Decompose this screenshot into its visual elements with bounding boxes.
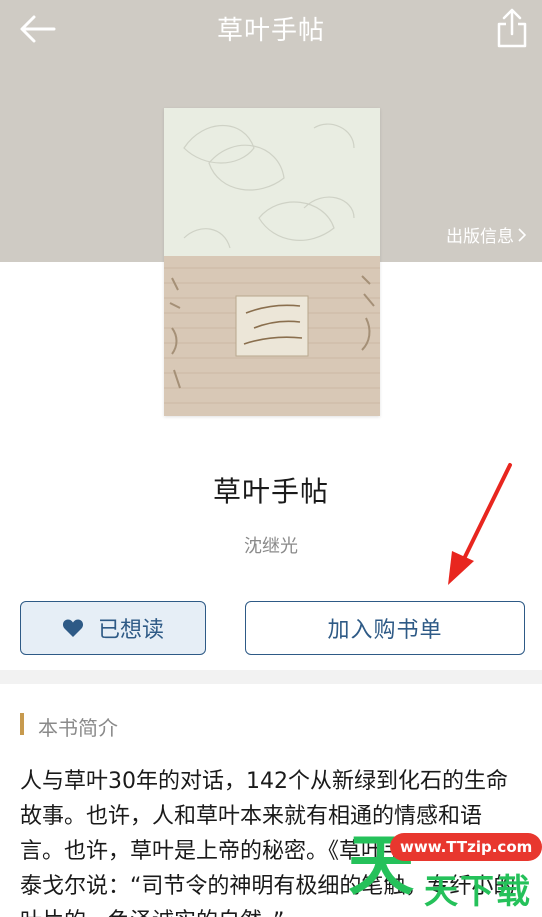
share-icon xyxy=(497,8,527,48)
want-to-read-button[interactable]: 已想读 xyxy=(20,601,206,655)
intro-text: 人与草叶30年的对话，142个从新绿到化石的生命故事。也许，人和草叶本来就有相通… xyxy=(20,769,516,917)
want-to-read-label: 已想读 xyxy=(97,618,164,643)
section-accent-bar xyxy=(20,713,24,735)
add-to-book-list-label: 加入购书单 xyxy=(327,618,443,643)
page-title: 草叶手帖 xyxy=(216,16,325,46)
book-cover-image xyxy=(164,108,380,416)
publication-info-label: 出版信息 xyxy=(446,227,514,247)
intro-section-title: 本书简介 xyxy=(38,716,118,740)
section-divider xyxy=(0,670,542,684)
publication-info-link[interactable]: 出版信息 xyxy=(446,222,526,247)
share-button[interactable] xyxy=(494,6,530,50)
book-title: 草叶手帖 xyxy=(212,475,329,508)
heart-icon xyxy=(62,619,84,637)
book-author[interactable]: 沈继光 xyxy=(0,532,542,558)
chevron-right-icon xyxy=(518,227,526,242)
add-to-book-list-button[interactable]: 加入购书单 xyxy=(245,601,525,655)
